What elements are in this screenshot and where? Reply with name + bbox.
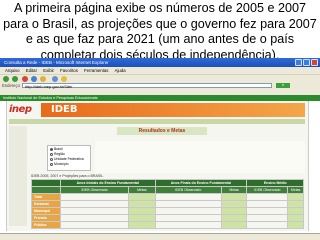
table-row: Pública bbox=[31, 221, 304, 229]
ideb-table: Anos Iniciais do Ensino Fundamental Anos… bbox=[31, 179, 304, 229]
scope-option-municipio[interactable]: Município bbox=[50, 162, 88, 167]
table-row: Total bbox=[31, 193, 304, 201]
browser-screenshot: Consulta a Rede - IDEB - Microsoft Inter… bbox=[0, 58, 320, 240]
menu-item-exibir[interactable]: Exibir bbox=[43, 68, 54, 73]
status-bar bbox=[0, 233, 320, 240]
address-input[interactable]: http://ideb.inep.gov.br/Site/ bbox=[22, 83, 272, 89]
table-subheader-row: IDEB Observado Metas IDEB Observado Meta… bbox=[31, 186, 304, 194]
caption: A primeira página exibe os números de 20… bbox=[3, 1, 317, 62]
scope-selector: Brasil Região Unidade Federativa Municíp… bbox=[47, 145, 91, 171]
radio-icon bbox=[50, 152, 53, 156]
map-area bbox=[95, 141, 305, 173]
header-ensino-medio: Ensino Médio bbox=[246, 179, 304, 187]
menu-bar: Arquivo Editar Exibir Favoritos Ferramen… bbox=[0, 67, 320, 74]
menu-item-ajuda[interactable]: Ajuda bbox=[115, 68, 126, 73]
go-button[interactable]: Ir bbox=[276, 83, 290, 88]
menu-item-arquivo[interactable]: Arquivo bbox=[5, 68, 20, 73]
window-titlebar: Consulta a Rede - IDEB - Microsoft Inter… bbox=[0, 58, 320, 67]
menu-item-editar[interactable]: Editar bbox=[26, 68, 37, 73]
inep-logo: inep bbox=[9, 104, 32, 115]
table-row: Municipal bbox=[31, 207, 304, 215]
sub-navigation bbox=[9, 119, 305, 124]
menu-item-ferramentas[interactable]: Ferramentas bbox=[84, 68, 108, 73]
table-row: Privada bbox=[31, 214, 304, 222]
radio-icon bbox=[50, 157, 53, 161]
table-header-row: Anos Iniciais do Ensino Fundamental Anos… bbox=[31, 179, 304, 187]
ideb-banner: IDEB bbox=[41, 103, 305, 117]
header-anos-finais: Anos Finais do Ensino Fundamental bbox=[154, 179, 248, 187]
table-row: Estadual bbox=[31, 200, 304, 208]
address-label: Endereço bbox=[2, 83, 20, 88]
header-anos-iniciais: Anos Iniciais do Ensino Fundamental bbox=[60, 179, 156, 187]
window-title: Consulta a Rede - IDEB - Microsoft Inter… bbox=[4, 60, 109, 65]
close-button[interactable] bbox=[311, 59, 318, 66]
table-caption: IDEB 2005, 2007 e Projeções para o BRASI… bbox=[31, 174, 104, 178]
minimize-button[interactable] bbox=[295, 59, 302, 66]
tab-resultados-e-metas[interactable]: Resultados e Metas bbox=[117, 127, 207, 135]
sidebar bbox=[9, 126, 27, 226]
radio-icon bbox=[50, 162, 53, 166]
menu-item-favoritos[interactable]: Favoritos bbox=[60, 68, 78, 73]
radio-selected-icon bbox=[50, 147, 53, 151]
maximize-button[interactable] bbox=[303, 59, 310, 66]
banner-title: IDEB bbox=[51, 104, 78, 115]
page-content: inep IDEB Resultados e Metas Brasil Regi… bbox=[6, 101, 309, 231]
address-row: Endereço http://ideb.inep.gov.br/Site/ I… bbox=[0, 82, 320, 89]
